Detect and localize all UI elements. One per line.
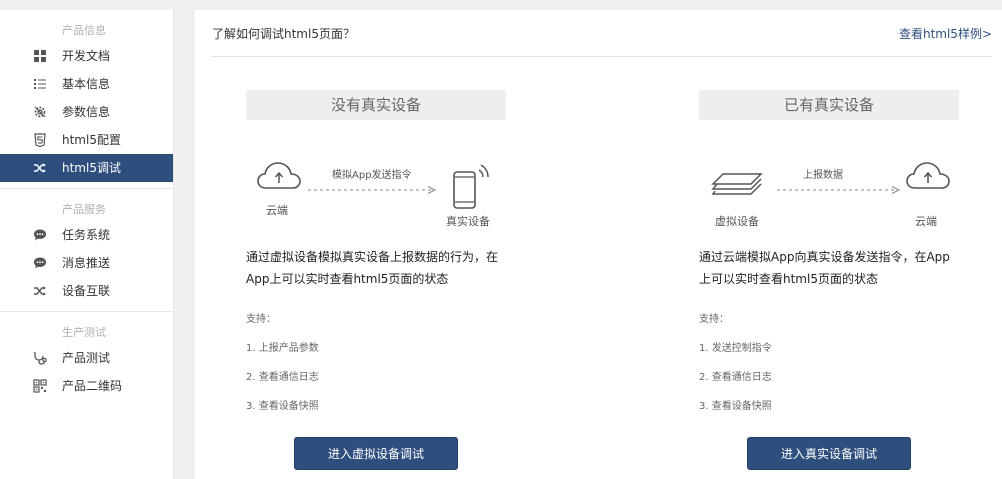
panel-description: 通过虚拟设备模拟真实设备上报数据的行为，在App上可以实时查看html5页面的状… [246, 250, 499, 286]
chat-icon [34, 257, 46, 269]
flow-target-label: 真实设备 [446, 215, 490, 228]
enter-virtual-device-debug-button[interactable]: 进入虚拟设备调试 [294, 437, 458, 470]
sidebar-group-title: 生产测试 [62, 326, 106, 339]
phone-icon [453, 164, 489, 209]
panel-description: 通过云端模拟App向真实设备发送指令，在App上可以实时查看html5页面的状态 [699, 250, 950, 286]
sidebar-item-html5-debug[interactable]: html5调试 [0, 154, 173, 182]
view-examples-link[interactable]: 查看html5样例> [899, 25, 992, 42]
sidebar-item-label: 任务系统 [62, 228, 111, 242]
flow-diagram: 云端 模拟App发送指令 真实设备 [246, 120, 508, 228]
layers-icon [711, 173, 763, 195]
panel-no-real-device: 没有真实设备 云端 模拟App发送指令 真实设备 通过虚拟设备模拟真实设备上报数… [246, 90, 508, 412]
sidebar-item-label: html5调试 [62, 161, 121, 175]
cloud-icon [906, 162, 950, 189]
sidebar-item-label: 参数信息 [62, 105, 111, 119]
sidebar-item-label: 开发文档 [62, 49, 111, 63]
support-title: 支持： [246, 314, 276, 325]
support-item: 1. 发送控制指令 [699, 343, 772, 354]
sidebar-group-product-service: 产品服务 任务系统 消息推送 设备互联 [0, 188, 173, 305]
sidebar-item-label: 产品测试 [62, 351, 111, 365]
sidebar-item-device-link[interactable]: 设备互联 [0, 277, 173, 305]
shuffle-icon [34, 163, 46, 173]
main-content: 了解如何调试html5页面？ 查看html5样例> 没有真实设备 云端 模拟Ap… [193, 10, 1002, 479]
main-header: 了解如何调试html5页面？ 查看html5样例> [212, 10, 992, 57]
support-item: 2. 查看通信日志 [246, 372, 319, 383]
sidebar-group-production-test: 生产测试 产品测试 产品二维码 [0, 311, 173, 400]
sidebar-item-basic-info[interactable]: 基本信息 [0, 70, 173, 98]
page-title: 了解如何调试html5页面？ [212, 27, 355, 41]
dashed-arrow [777, 186, 901, 194]
sidebar-item-qrcode[interactable]: 产品二维码 [0, 372, 173, 400]
support-item: 1. 上报产品参数 [246, 343, 319, 354]
sidebar-item-label: 消息推送 [62, 256, 111, 270]
flow-arrow-label: 模拟App发送指令 [332, 170, 412, 181]
qrcode-icon [33, 379, 47, 393]
flow-source-label: 虚拟设备 [715, 215, 759, 228]
list-icon [34, 79, 46, 89]
sidebar-item-label: html5配置 [62, 133, 121, 147]
flow-diagram: 虚拟设备 上报数据 云端 [699, 120, 961, 228]
sidebar: 产品信息 开发文档 基本信息 参数信息 html5配置 html5调试 产品服务… [0, 10, 174, 479]
dashed-arrow [308, 186, 437, 194]
flow-target-label: 云端 [915, 215, 937, 228]
panel-title: 没有真实设备 [246, 90, 506, 120]
sidebar-group-title: 产品信息 [62, 24, 106, 37]
enter-real-device-debug-button[interactable]: 进入真实设备调试 [747, 437, 911, 470]
sidebar-item-label: 基本信息 [62, 77, 111, 91]
sidebar-item-label: 产品二维码 [62, 379, 123, 393]
sidebar-item-push[interactable]: 消息推送 [0, 249, 173, 277]
sidebar-group-title: 产品服务 [62, 203, 106, 216]
sidebar-item-task-system[interactable]: 任务系统 [0, 221, 173, 249]
stethoscope-icon [34, 352, 47, 365]
panel-has-real-device: 已有真实设备 虚拟设备 上报数据 云端 通过云端模拟App向真实设备发送指令，在… [699, 90, 961, 412]
html5-icon [34, 133, 46, 147]
shuffle-icon [34, 286, 46, 296]
sidebar-item-label: 设备互联 [62, 284, 111, 298]
flow-source-label: 云端 [266, 204, 288, 217]
support-title: 支持： [699, 314, 729, 325]
panel-title: 已有真实设备 [699, 90, 959, 120]
sidebar-item-html5-config[interactable]: html5配置 [0, 126, 173, 154]
sidebar-item-params[interactable]: 参数信息 [0, 98, 173, 126]
sidebar-item-product-test[interactable]: 产品测试 [0, 344, 173, 372]
sidebar-item-dev-docs[interactable]: 开发文档 [0, 42, 173, 70]
cloud-icon [257, 162, 301, 189]
support-item: 3. 查看设备快照 [699, 401, 772, 412]
chat-icon [34, 229, 46, 241]
grid-icon [34, 50, 46, 62]
flow-arrow-label: 上报数据 [803, 170, 843, 181]
support-item: 2. 查看通信日志 [699, 372, 772, 383]
sidebar-group-product-info: 产品信息 开发文档 基本信息 参数信息 html5配置 html5调试 [0, 10, 173, 182]
gear-icon [34, 106, 46, 118]
support-item: 3. 查看设备快照 [246, 401, 319, 412]
